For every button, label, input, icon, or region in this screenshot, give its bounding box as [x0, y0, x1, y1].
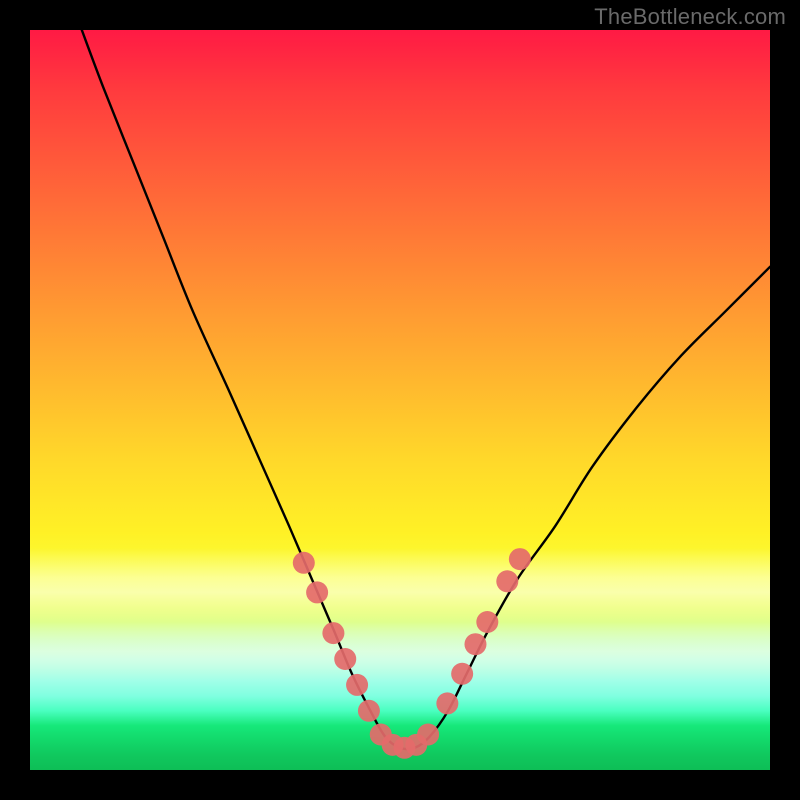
data-marker	[436, 692, 458, 714]
data-marker	[334, 648, 356, 670]
data-marker	[509, 548, 531, 570]
data-marker	[464, 633, 486, 655]
data-markers	[293, 548, 531, 759]
data-marker	[451, 663, 473, 685]
data-marker	[417, 723, 439, 745]
data-marker	[476, 611, 498, 633]
data-marker	[346, 674, 368, 696]
outer-frame: TheBottleneck.com	[0, 0, 800, 800]
watermark-text: TheBottleneck.com	[594, 4, 786, 30]
plot-area	[30, 30, 770, 770]
chart-svg	[30, 30, 770, 770]
data-marker	[306, 581, 328, 603]
bottleneck-curve-line	[82, 30, 770, 749]
data-marker	[322, 622, 344, 644]
data-marker	[496, 570, 518, 592]
data-marker	[293, 552, 315, 574]
data-marker	[358, 700, 380, 722]
